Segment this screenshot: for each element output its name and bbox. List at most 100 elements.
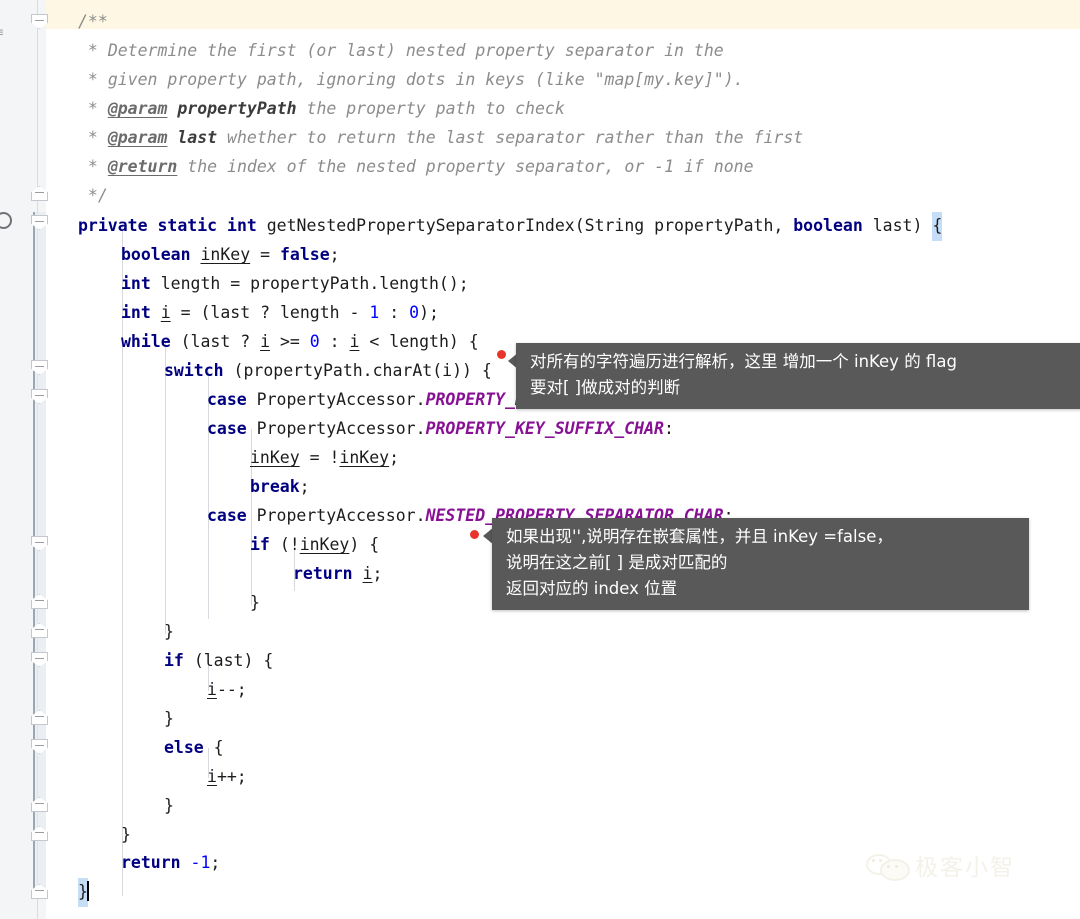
code-token: } — [164, 622, 174, 641]
code-token: PropertyAccessor. — [256, 506, 426, 525]
code-token: ; — [329, 245, 340, 264]
code-line[interactable]: * Determine the first (or last) nested p… — [78, 37, 724, 66]
code-token: >= — [270, 332, 310, 351]
annotation-line: 要对[ ]做成对的判断 — [530, 378, 681, 397]
code-token: i — [207, 680, 217, 699]
code-token: } — [164, 796, 174, 815]
code-line[interactable]: } — [164, 705, 174, 734]
code-token: (last ? — [180, 332, 261, 351]
code-token: - — [190, 853, 201, 872]
code-token: private static int — [78, 216, 267, 235]
code-line[interactable]: } — [78, 878, 89, 907]
code-token: return — [293, 564, 363, 583]
code-token: ; — [372, 564, 383, 583]
code-token: PropertyAccessor. — [256, 419, 426, 438]
editor-gutter[interactable]: ≡ — [0, 0, 48, 919]
method-scope-band — [35, 212, 46, 896]
annotation-line: 返回对应的 index 位置 — [506, 579, 678, 598]
code-token: < length) { — [359, 332, 479, 351]
code-token: (last) { — [193, 651, 274, 670]
code-token: inKey — [339, 448, 390, 467]
annotation-tooltip[interactable]: 对所有的字符遍历进行解析，这里 增加一个 inKey 的 flag 要对[ ]做成… — [516, 343, 1080, 409]
code-token: last) — [872, 216, 933, 235]
code-token: ); — [419, 303, 439, 322]
code-line[interactable]: if (last) { — [164, 647, 273, 676]
code-token: } — [121, 825, 131, 844]
code-token: = ! — [299, 448, 340, 467]
code-token: break — [250, 477, 300, 496]
code-line[interactable]: i--; — [207, 676, 247, 705]
code-line[interactable]: int i = (last ? length - 1 : 0); — [121, 299, 439, 328]
code-token: i — [207, 767, 217, 786]
code-token: */ — [78, 186, 108, 205]
code-token: whether to return the last separator rat… — [217, 128, 804, 147]
code-line[interactable]: break; — [250, 473, 310, 502]
code-line[interactable]: * given property path, ignoring dots in … — [78, 66, 744, 95]
code-line[interactable]: boolean inKey = false; — [121, 241, 340, 270]
code-token: boolean — [121, 245, 201, 264]
code-token: the property path to check — [296, 99, 565, 118]
code-line[interactable]: } — [164, 618, 174, 647]
code-line[interactable]: /** — [78, 8, 108, 37]
code-token: inKey — [299, 535, 350, 554]
code-editor[interactable]: ≡ /** * Determine the first (or last) ne… — [0, 0, 1080, 919]
code-line[interactable]: i++; — [207, 763, 247, 792]
annotation-tooltip[interactable]: 如果出现'',说明存在嵌套属性，并且 inKey =false， 说明在这之前[ … — [492, 518, 1029, 610]
code-line[interactable]: while (last ? i >= 0 : i < length) { — [121, 328, 479, 357]
code-token: * — [78, 41, 108, 60]
code-token: boolean — [793, 216, 873, 235]
code-line[interactable]: case PropertyAccessor.PROPERTY_KEY_SUFFI… — [207, 415, 674, 444]
annotation-line: 如果出现'',说明存在嵌套属性，并且 inKey =false， — [506, 527, 893, 546]
code-line[interactable]: } — [250, 589, 260, 618]
code-line[interactable]: * @param last whether to return the last… — [78, 124, 803, 153]
code-surface[interactable]: /** * Determine the first (or last) nest… — [46, 0, 1080, 919]
annotation-marker-dot[interactable] — [497, 350, 506, 359]
code-line[interactable]: return -1; — [121, 849, 220, 878]
code-token: 1 — [200, 853, 211, 872]
code-token: * — [78, 157, 108, 176]
code-line[interactable]: int length = propertyPath.length(); — [121, 270, 469, 299]
code-line[interactable]: else { — [164, 734, 224, 763]
code-token: if — [164, 651, 194, 670]
code-token: { — [213, 738, 224, 757]
code-token: @return — [107, 157, 178, 176]
code-token: : — [379, 303, 410, 322]
code-token: { — [932, 212, 943, 241]
code-line[interactable]: private static int getNestedPropertySepa… — [78, 212, 943, 241]
code-line[interactable]: inKey = !inKey; — [250, 444, 399, 473]
code-token: ++; — [216, 767, 247, 786]
code-token: given property path, ignoring dots in ke… — [107, 70, 744, 89]
implementation-marker-icon[interactable] — [0, 212, 12, 229]
code-token: } — [250, 593, 260, 612]
code-token: (propertyPath.charAt(i)) { — [233, 361, 492, 380]
code-token: i — [349, 332, 360, 351]
code-line[interactable]: } — [121, 821, 131, 850]
code-line[interactable]: switch (propertyPath.charAt(i)) { — [164, 357, 492, 386]
code-token: while — [121, 332, 181, 351]
code-line[interactable]: * @return the index of the nested proper… — [78, 153, 754, 182]
code-token: } — [164, 709, 174, 728]
method-scope-line — [33, 212, 35, 896]
code-line[interactable]: if (!inKey) { — [250, 531, 379, 560]
code-token: 0 — [409, 303, 420, 322]
code-line[interactable]: return i; — [293, 560, 382, 589]
code-line[interactable]: } — [164, 792, 174, 821]
code-token: inKey — [250, 448, 300, 467]
code-token: /** — [78, 12, 108, 31]
code-line[interactable]: * @param propertyPath the property path … — [78, 95, 565, 124]
code-line[interactable]: */ — [78, 182, 108, 211]
text-caret — [86, 881, 89, 901]
code-token: the index of the nested property separat… — [177, 157, 754, 176]
code-token: i — [362, 564, 373, 583]
code-token: PropertyAccessor. — [256, 390, 426, 409]
code-token: case — [207, 390, 257, 409]
gutter-edge-glyph-top: ≡ — [0, 26, 4, 38]
code-token: int — [121, 274, 161, 293]
code-token: --; — [216, 680, 247, 699]
code-token: ) { — [349, 535, 380, 554]
annotation-marker-dot[interactable] — [470, 530, 479, 539]
indent-guide — [165, 342, 166, 634]
code-token: PROPERTY_KEY_SUFFIX_CHAR — [425, 419, 664, 438]
